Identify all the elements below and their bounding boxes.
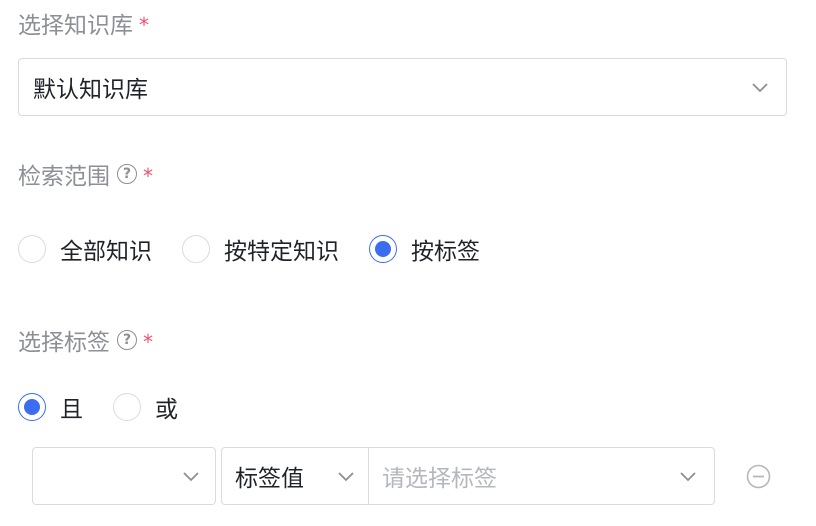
tag-value-select[interactable]: 请选择标签 [369, 448, 714, 504]
required-mark: * [143, 164, 153, 188]
logic-option-label: 或 [155, 397, 178, 423]
radio-circle-selected[interactable] [369, 235, 397, 263]
kb-label: 选择知识库 * [18, 7, 149, 39]
radio-dot [24, 399, 40, 415]
scope-radio-group: 全部知识 按特定知识 按标签 [18, 232, 510, 266]
help-icon[interactable]: ? [117, 164, 137, 184]
logic-option-and[interactable]: 且 [18, 390, 83, 424]
chevron-down-icon [680, 472, 696, 482]
tags-label: 选择标签 ? * [18, 324, 153, 356]
scope-option-tags[interactable]: 按标签 [369, 232, 480, 266]
logic-option-or[interactable]: 或 [113, 390, 178, 424]
scope-option-specific[interactable]: 按特定知识 [182, 232, 339, 266]
chevron-down-icon [338, 472, 354, 482]
help-icon[interactable]: ? [117, 330, 137, 350]
tag-type-select[interactable]: 标签值 [222, 448, 369, 504]
tag-value-placeholder: 请选择标签 [382, 466, 497, 492]
radio-dot [375, 241, 391, 257]
kb-select[interactable]: 默认知识库 [18, 58, 787, 116]
scope-label: 检索范围 ? * [18, 158, 153, 190]
scope-label-text: 检索范围 [18, 164, 110, 190]
chevron-down-icon [183, 472, 199, 482]
radio-circle-selected[interactable] [18, 393, 46, 421]
kb-label-text: 选择知识库 [18, 13, 133, 39]
minus-circle-icon[interactable] [746, 464, 771, 489]
chevron-down-icon [752, 83, 768, 93]
tag-field-select[interactable] [32, 447, 216, 505]
tags-label-text: 选择标签 [18, 330, 110, 356]
tag-condition-group: 标签值 请选择标签 [221, 447, 715, 505]
logic-option-label: 且 [60, 397, 83, 423]
radio-circle[interactable] [182, 235, 210, 263]
radio-circle[interactable] [18, 235, 46, 263]
scope-option-label: 按标签 [411, 239, 480, 265]
required-mark: * [139, 13, 149, 37]
tags-logic-group: 且 或 [18, 390, 208, 424]
scope-option-all[interactable]: 全部知识 [18, 232, 152, 266]
scope-option-label: 按特定知识 [224, 239, 339, 265]
kb-select-value: 默认知识库 [33, 77, 148, 103]
required-mark: * [143, 330, 153, 354]
tag-type-value: 标签值 [235, 466, 304, 492]
scope-option-label: 全部知识 [60, 239, 152, 265]
radio-circle[interactable] [113, 393, 141, 421]
